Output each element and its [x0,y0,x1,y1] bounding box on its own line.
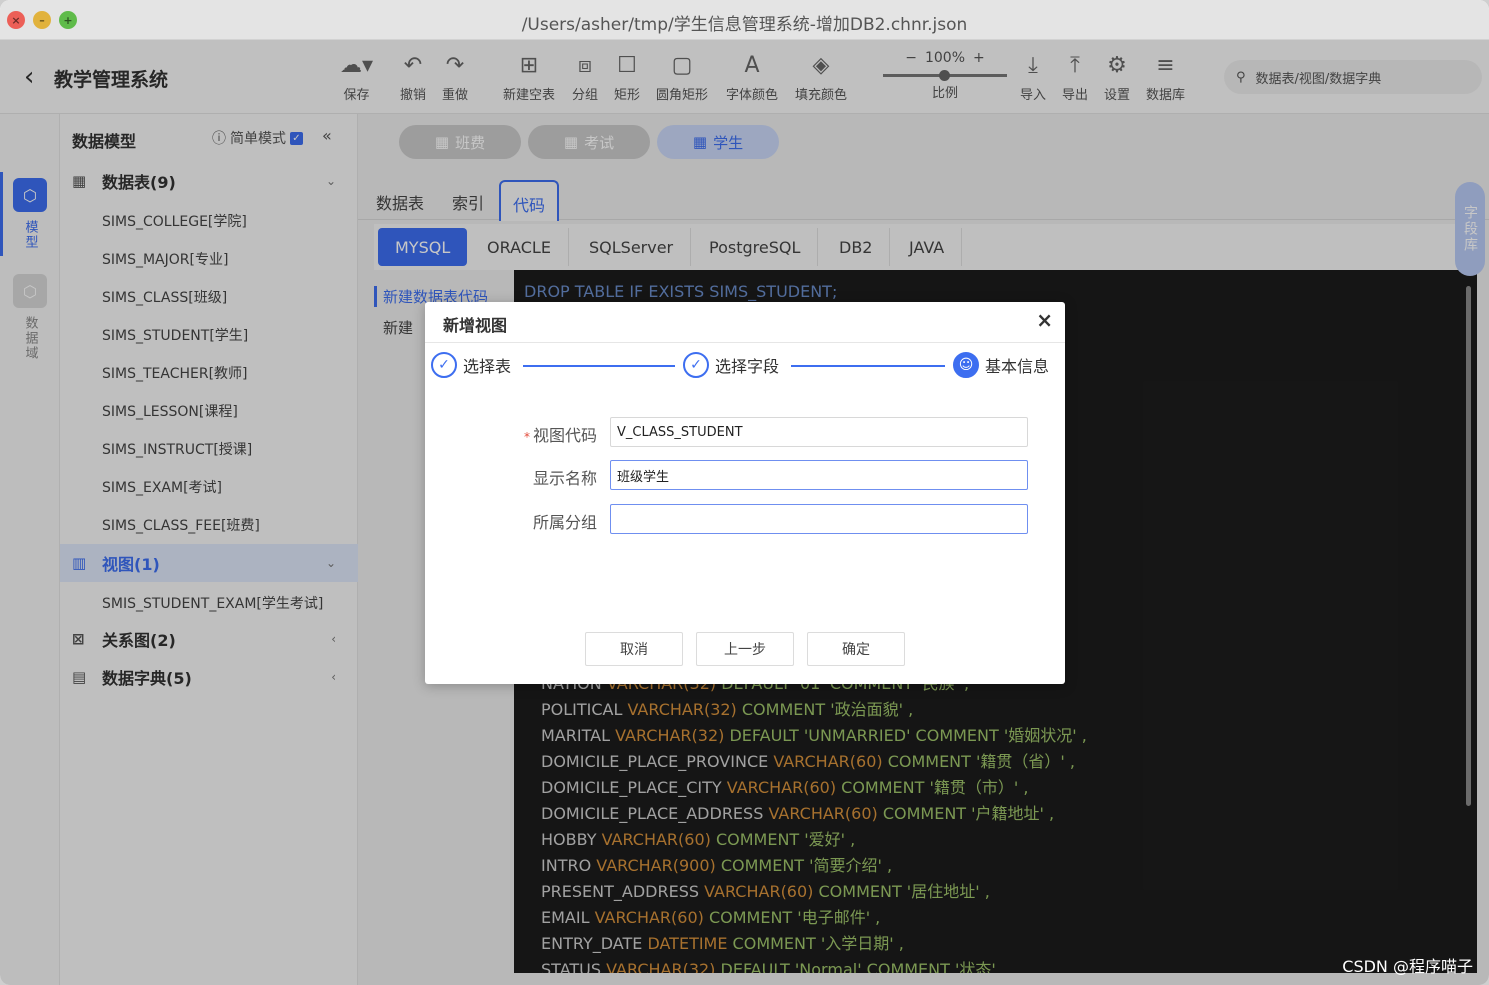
cancel-button[interactable]: 取消 [585,632,683,666]
dialog-title: 新增视图 [443,316,508,335]
step-select-fields: ✓ 选择字段 [683,352,779,378]
step-connector [523,365,675,367]
step-basic-info: ☺ 基本信息 [953,352,1049,378]
prev-step-button[interactable]: 上一步 [696,632,794,666]
app-window: × – + /Users/asher/tmp/学生信息管理系统-增加DB2.ch… [0,0,1489,985]
step-connector [791,365,945,367]
watermark: CSDN @程序喵子 [1342,957,1473,976]
step-select-table: ✓ 选择表 [431,352,511,378]
close-icon[interactable]: × [1036,308,1053,332]
window-title: /Users/asher/tmp/学生信息管理系统-增加DB2.chnr.jso… [521,15,968,35]
display-name-label: 显示名称 [532,469,597,488]
check-icon: ✓ [683,352,709,378]
check-icon: ✓ [431,352,457,378]
dialog-divider [425,342,1065,343]
display-name-input[interactable]: 班级学生 [610,460,1028,490]
current-step-icon: ☺ [953,352,979,378]
title-bar: × – + /Users/asher/tmp/学生信息管理系统-增加DB2.ch… [0,0,1489,40]
view-code-label: * 视图代码 [523,426,597,445]
group-label: 所属分组 [532,513,597,532]
required-mark: * [523,430,530,444]
view-code-input[interactable]: V_CLASS_STUDENT [610,417,1028,447]
group-input[interactable] [610,504,1028,534]
add-view-dialog: 新增视图 × ✓ 选择表 ✓ 选择字段 ☺ 基本信息 * 视图代码 V_CLASS… [425,302,1065,684]
confirm-button[interactable]: 确定 [807,632,905,666]
